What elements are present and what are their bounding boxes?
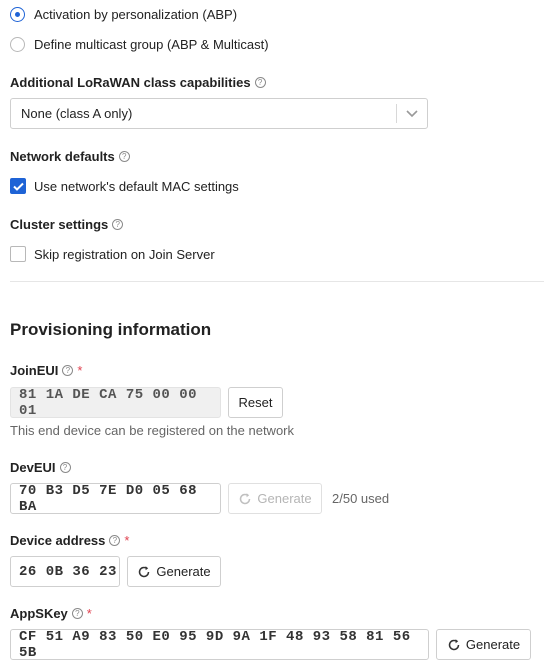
class-capabilities-label: Additional LoRaWAN class capabilities ? xyxy=(10,75,266,90)
help-icon[interactable]: ? xyxy=(118,151,130,162)
checkmark-icon xyxy=(12,182,24,191)
radio-multicast[interactable] xyxy=(10,37,25,52)
section-title: Provisioning information xyxy=(10,320,212,339)
section-divider xyxy=(10,281,544,282)
required-mark: * xyxy=(124,533,130,548)
app-skey-input[interactable]: CF 51 A9 83 50 E0 95 9D 9A 1F 48 93 58 8… xyxy=(10,628,429,661)
device-address-generate-label: Generate xyxy=(156,564,211,579)
app-skey-label: AppSKey ? * xyxy=(10,606,92,621)
required-mark: * xyxy=(77,363,83,378)
help-icon[interactable]: ? xyxy=(112,219,124,230)
device-address-input[interactable]: 26 0B 36 23 xyxy=(10,556,120,587)
help-icon[interactable]: ? xyxy=(59,462,71,473)
device-address-label-text: Device address xyxy=(10,533,106,548)
join-eui-label-text: JoinEUI xyxy=(10,363,59,378)
reset-button-label: Reset xyxy=(238,395,273,410)
reset-button[interactable]: Reset xyxy=(228,387,283,418)
class-capabilities-select[interactable]: None (class A only) xyxy=(10,98,428,129)
class-capabilities-value: None (class A only) xyxy=(21,106,133,121)
radio-multicast-label: Define multicast group (ABP & Multicast) xyxy=(34,37,269,52)
dev-eui-generate-label: Generate xyxy=(257,491,312,506)
radio-option-multicast[interactable]: Define multicast group (ABP & Multicast) xyxy=(10,37,269,52)
dev-eui-input[interactable]: 70 B3 D5 7E D0 05 68 BA xyxy=(10,482,221,515)
join-eui-hint: This end device can be registered on the… xyxy=(10,423,295,438)
help-icon[interactable]: ? xyxy=(71,608,83,619)
required-mark: * xyxy=(86,606,92,621)
join-eui-value: 81 1A DE CA 75 00 00 01 xyxy=(19,386,198,419)
app-skey-generate-button[interactable]: Generate xyxy=(436,629,531,660)
app-skey-value: CF 51 A9 83 50 E0 95 9D 9A 1F 48 93 58 8… xyxy=(19,628,411,661)
help-icon[interactable]: ? xyxy=(62,365,74,376)
cluster-settings-label: Cluster settings ? xyxy=(10,217,124,232)
skip-registration-checkbox-label: Skip registration on Join Server xyxy=(34,246,215,262)
join-eui-label: JoinEUI ? * xyxy=(10,363,82,378)
network-defaults-label: Network defaults ? xyxy=(10,149,130,164)
dev-eui-label-text: DevEUI xyxy=(10,460,56,475)
network-defaults-checkbox-row[interactable]: Use network's default MAC settings xyxy=(10,178,239,194)
radio-abp[interactable] xyxy=(10,7,25,22)
join-eui-input[interactable]: 81 1A DE CA 75 00 00 01 xyxy=(10,386,221,419)
app-skey-label-text: AppSKey xyxy=(10,606,68,621)
device-address-value: 26 0B 36 23 xyxy=(19,563,117,580)
refresh-icon xyxy=(139,565,150,577)
refresh-icon xyxy=(448,638,460,650)
class-capabilities-label-text: Additional LoRaWAN class capabilities xyxy=(10,75,251,90)
app-skey-generate-label: Generate xyxy=(465,637,521,652)
dev-eui-label: DevEUI ? xyxy=(10,460,71,475)
cluster-settings-label-text: Cluster settings xyxy=(10,217,109,232)
network-defaults-label-text: Network defaults xyxy=(10,149,115,164)
dev-eui-usage: 2/50 used xyxy=(332,491,390,506)
help-icon[interactable]: ? xyxy=(109,535,121,546)
dev-eui-generate-button[interactable]: Generate xyxy=(228,483,322,514)
device-address-label: Device address ? * xyxy=(10,533,129,548)
skip-registration-checkbox-row[interactable]: Skip registration on Join Server xyxy=(10,246,215,262)
refresh-icon xyxy=(240,492,251,504)
help-icon[interactable]: ? xyxy=(254,77,266,88)
radio-abp-label: Activation by personalization (ABP) xyxy=(34,7,238,22)
dev-eui-value: 70 B3 D5 7E D0 05 68 BA xyxy=(19,482,198,515)
network-defaults-checkbox[interactable] xyxy=(10,178,26,194)
network-defaults-checkbox-label: Use network's default MAC settings xyxy=(34,178,239,194)
chevron-down-icon[interactable] xyxy=(397,109,427,118)
device-address-generate-button[interactable]: Generate xyxy=(127,556,221,587)
skip-registration-checkbox[interactable] xyxy=(10,246,26,262)
radio-option-abp[interactable]: Activation by personalization (ABP) xyxy=(10,7,237,22)
